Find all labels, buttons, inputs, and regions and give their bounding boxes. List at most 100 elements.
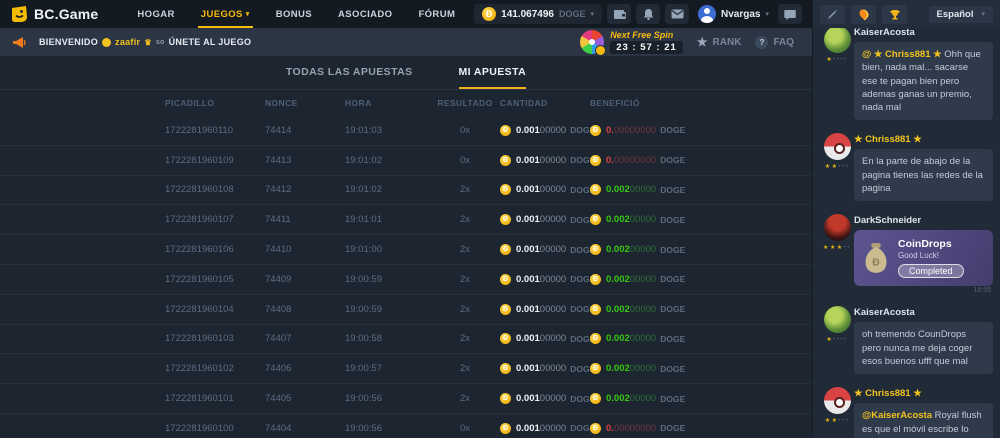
leaderboard-button[interactable] [882,5,907,24]
message-timestamp: 18:55 [854,287,991,294]
profit-value: 0.002 [606,274,630,285]
profit-value: 0. [606,155,614,166]
avatar[interactable] [824,387,851,414]
table-row[interactable]: 17222819601027440619:00:572x Ð0.00100000… [0,354,812,384]
bet-result: 2x [430,333,500,344]
tab-all-bets[interactable]: TODAS LAS APUESTAS [286,66,413,89]
table-row[interactable]: 17222819601077441119:01:012x Ð0.00100000… [0,205,812,235]
chat-bubble: oh tremendo CounDrops pero nunca me deja… [854,322,993,374]
table-row[interactable]: 17222819601067441019:01:002x Ð0.00100000… [0,235,812,265]
language-selector[interactable]: Español ▾ [929,6,993,23]
coindrops-card[interactable]: Ð CoinDrops Good Luck! Completed [854,230,993,286]
chat-message-list[interactable]: ★•••• KaiserAcosta @ ★ Chriss881 ★ Ohh q… [813,28,1000,438]
username: Nvargas [721,9,760,20]
messages-button[interactable] [665,4,689,24]
profit-unit: DOGE [660,304,685,314]
welcome-label: BIENVENIDO [39,37,98,47]
flame-icon [857,8,870,21]
doge-coin-icon: Ð [590,125,601,136]
chat-message: ★★••• ★ Chriss881 ★ En la parte de abajo… [820,133,993,206]
chat-bubble: @KaiserAcosta Royal flush es que el móvi… [854,403,993,438]
announced-username[interactable]: zaafir [115,37,140,47]
rank-button[interactable]: ★ RANK [697,35,742,49]
avatar[interactable] [824,214,851,241]
nav-item-bonus[interactable]: BONUS [276,0,312,28]
completed-button[interactable]: Completed [898,264,964,278]
balance-currency: DOGE [559,9,586,19]
free-spin-wheel-icon[interactable] [580,30,604,54]
profit-value: 0.002 [606,214,630,225]
balance-selector[interactable]: Ð 141.067496 DOGE ▾ [474,4,602,24]
chat-username[interactable]: DarkSchneider [854,215,993,226]
profit-zeros: 00000000 [614,125,656,136]
tab-my-bets[interactable]: MI APUESTA [459,66,527,89]
nav-item-juegos[interactable]: JUEGOS▾ [201,0,250,28]
bet-time: 19:01:01 [345,214,430,225]
chevron-down-icon: ▾ [981,10,985,18]
bet-hash: 1722281960104 [165,304,265,315]
bet-nonce: 74412 [265,184,345,195]
chat-username[interactable]: KaiserAcosta [854,28,993,38]
mention[interactable]: @KaiserAcosta [862,410,932,421]
bet-nonce: 74406 [265,363,345,374]
wallet-button[interactable] [607,4,631,24]
mention[interactable]: @ ★ Chriss881 ★ [862,49,942,60]
bet-amount: Ð0.00100000DOGE [500,155,590,166]
amount-value: 0.001 [516,363,540,374]
amount-value: 0.001 [516,304,540,315]
bet-amount: Ð0.00100000DOGE [500,274,590,285]
header-hash: PICADILLO [165,98,265,108]
profit-zeros: 00000 [630,393,656,404]
bet-nonce: 74414 [265,125,345,136]
avatar[interactable] [824,28,851,53]
amount-zeros: 00000 [540,155,566,166]
chat-rules-button[interactable] [820,5,845,24]
bet-result: 2x [430,214,500,225]
bcgame-logo-icon [10,5,28,23]
join-game-link[interactable]: ÚNETE AL JUEGO [169,37,252,47]
chat-username[interactable]: ★ Chriss881 ★ [854,388,993,399]
user-menu[interactable]: Nvargas ▾ [698,5,769,23]
table-row[interactable]: 17222819601057440919:00:592x Ð0.00100000… [0,265,812,295]
free-spin-widget[interactable]: Next Free Spin 23 : 57 : 21 [610,30,683,54]
bet-hash: 1722281960102 [165,363,265,374]
table-row[interactable]: 17222819601037440719:00:582x Ð0.00100000… [0,325,812,355]
bet-time: 19:01:03 [345,125,430,136]
chat-username[interactable]: ★ Chriss881 ★ [854,134,993,145]
table-row[interactable]: 17222819601097441319:01:020x Ð0.00100000… [0,146,812,176]
notifications-button[interactable] [636,4,660,24]
bet-nonce: 74408 [265,304,345,315]
doge-coin-icon: Ð [500,363,511,374]
chat-username[interactable]: KaiserAcosta [854,307,993,318]
avatar[interactable] [824,306,851,333]
bet-profit: Ð0.00200000DOGE [590,363,710,374]
announcement-text: BIENVENIDO zaafir ♛ so ÚNETE AL JUEGO [39,37,251,47]
table-row[interactable]: 17222819601047440819:00:592x Ð0.00100000… [0,295,812,325]
hot-topics-button[interactable] [851,5,876,24]
nav-item-asociado[interactable]: ASOCIADO [338,0,392,28]
table-row[interactable]: 17222819601107441419:01:030x Ð0.00100000… [0,116,812,146]
profit-zeros: 00000000 [614,155,656,166]
amount-value: 0.001 [516,155,540,166]
chat-text: En la parte de abajo de la pagina tienes… [862,156,983,194]
bet-nonce: 74413 [265,155,345,166]
faq-button[interactable]: ? FAQ [755,36,794,49]
profit-value: 0.002 [606,304,630,315]
bet-nonce: 74409 [265,274,345,285]
bcgame-logo[interactable]: BC.Game [10,5,98,23]
doge-coin-icon: Ð [500,214,511,225]
table-row[interactable]: 17222819601017440519:00:562x Ð0.00100000… [0,384,812,414]
top-nav: BC.Game HOGAR JUEGOS▾ BONUS ASOCIADO FÓR… [0,0,812,28]
bet-result: 2x [430,274,500,285]
nav-item-forum[interactable]: FÓRUM [418,0,455,28]
bet-profit: Ð0.00200000DOGE [590,393,710,404]
table-row[interactable]: 17222819601087441219:01:022x Ð0.00100000… [0,176,812,206]
bet-nonce: 74404 [265,423,345,434]
chat-toggle-button[interactable] [778,4,802,24]
table-row[interactable]: 17222819601007440419:00:560x Ð0.00100000… [0,414,812,438]
nav-item-hogar[interactable]: HOGAR [137,0,174,28]
trophy-icon [889,9,901,20]
amount-zeros: 00000 [540,363,566,374]
avatar[interactable] [824,133,851,160]
bet-hash: 1722281960109 [165,155,265,166]
